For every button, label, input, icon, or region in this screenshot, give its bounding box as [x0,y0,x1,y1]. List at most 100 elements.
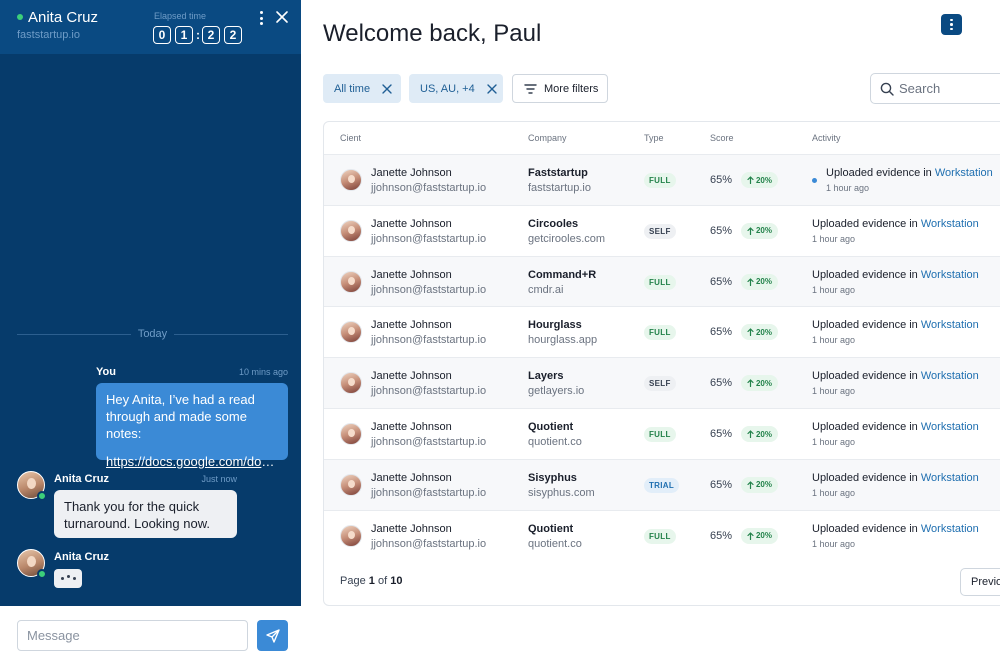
table-row[interactable]: Janette Johnson jjohnson@faststartup.io Qu… [324,509,1000,561]
trend-value: 20% [755,480,772,490]
message-text: Thank you for the quick turnaround. Look… [64,499,210,531]
activity-description: Uploaded evidence in [812,421,918,433]
activity-description: Uploaded evidence in [812,268,918,281]
elapsed-digit: 1 [175,26,193,44]
company-name: Layers [528,370,564,383]
company-name: Quotient [528,421,574,433]
previous-page-button[interactable]: Previous [960,568,1000,596]
table-row[interactable]: Janette Johnson jjohnson@faststartup.io Co… [324,255,1000,307]
trend-value: 20% [755,327,772,337]
type-badge: FULL [644,427,676,442]
client-name: Janette Johnson [371,421,452,433]
table-row[interactable]: Janette Johnson jjohnson@faststartup.io Si… [324,458,1000,510]
avatar [340,270,362,293]
activity-description: Uploaded evidence in [812,471,918,484]
send-button[interactable] [257,620,288,651]
table-row[interactable]: Janette Johnson jjohnson@faststartup.io Qu… [324,408,1000,459]
company-name: Circooles [528,217,579,230]
message-link[interactable]: https://docs.google.com/docu... [106,453,278,470]
company-site: quotient.co [528,537,582,550]
company-site: hourglass.app [528,334,598,347]
kebab-menu-icon[interactable] [941,14,962,35]
trend-value: 20% [755,226,772,236]
client-name: Janette Johnson [371,522,452,535]
divider-line [174,334,288,335]
arrow-up-icon [747,379,754,388]
avatar [340,321,362,344]
message-author: Anita Cruz [54,473,109,485]
avatar [340,473,362,496]
trend-badge: 20% [741,426,778,442]
activity-text: Uploaded evidence in Workstation [812,523,979,535]
elapsed-time-label: Elapsed time [154,11,207,21]
search-input[interactable] [899,74,999,103]
divider-line [17,334,131,335]
clients-table: Cient Company Type Score Activity Janett… [323,121,1000,606]
search-box[interactable] [870,73,1000,104]
activity-time: 1 hour ago [826,183,870,193]
table-row[interactable]: Janette Johnson jjohnson@faststartup.io Ci… [324,204,1000,256]
chat-options-kebab-icon[interactable] [253,10,269,26]
type-badge: TRIAL [644,477,680,493]
score-value: 65% [710,428,733,440]
message-text: Hey Anita, I’ve had a read through and m… [106,392,255,441]
column-header-client[interactable]: Cient [340,133,361,143]
chat-contact-name: Anita Cruz [28,9,99,26]
close-icon[interactable] [275,10,289,24]
score-value: 65% [710,174,733,186]
type-badge: SELF [644,223,676,239]
client-email: jjohnson@faststartup.io [371,232,487,245]
trend-badge: 20% [741,527,778,544]
score-value: 65% [710,529,733,542]
company-name: Quotient [528,522,574,535]
arrow-up-icon [747,227,754,235]
company-site: sisyphus.com [528,486,595,499]
table-row[interactable]: Janette Johnson jjohnson@faststartup.io Ho… [324,306,1000,357]
score-value: 65% [710,224,733,237]
activity-link[interactable]: Workstation [921,269,979,281]
close-icon[interactable] [382,83,392,94]
chat-contact-site: faststartup.io [17,29,80,41]
filter-chip-label: US, AU, +4 [420,82,475,95]
activity-text: Uploaded evidence in Workstation [812,269,979,281]
table-row[interactable]: Janette Johnson jjohnson@faststartup.io Fa… [324,154,1000,205]
page-total: 10 [390,575,403,587]
filter-chip-region[interactable]: US, AU, +4 [409,74,503,103]
activity-link[interactable]: Workstation [921,421,979,433]
column-header-type[interactable]: Type [644,133,664,143]
more-filters-label: More filters [544,82,599,95]
activity-link[interactable]: Workstation [921,472,979,484]
message-author: You [96,366,116,378]
activity-link[interactable]: Workstation [921,218,979,230]
message-input[interactable] [17,620,248,651]
client-email: jjohnson@faststartup.io [371,436,487,448]
activity-text: Uploaded evidence in Workstation [826,167,993,179]
column-header-activity[interactable]: Activity [812,133,841,143]
company-name: Hourglass [528,319,582,332]
arrow-up-icon [747,176,754,184]
close-icon[interactable] [487,83,497,94]
trend-badge: 20% [741,273,778,290]
column-header-score[interactable]: Score [710,133,734,143]
activity-link[interactable]: Workstation [921,319,979,331]
filter-lines-icon [524,83,537,94]
activity-link[interactable]: Workstation [921,370,979,382]
type-badge: FULL [644,528,676,544]
avatar [340,372,362,395]
activity-time: 1 hour ago [812,538,856,549]
activity-time: 1 hour ago [812,284,856,295]
activity-link[interactable]: Workstation [935,167,993,179]
trend-badge: 20% [741,375,778,392]
type-badge: FULL [644,325,676,341]
score-value: 65% [710,478,733,491]
column-header-company[interactable]: Company [528,133,567,143]
page-of: of [377,575,388,587]
elapsed-digit: 2 [202,26,220,44]
more-filters-button[interactable]: More filters [512,74,608,103]
filter-chip-time[interactable]: All time [323,74,401,103]
activity-link[interactable]: Workstation [921,523,979,535]
activity-time: 1 hour ago [812,487,856,498]
table-row[interactable]: Janette Johnson jjohnson@faststartup.io La… [324,357,1000,409]
online-status-dot [37,491,47,501]
typing-author: Anita Cruz [54,551,109,563]
